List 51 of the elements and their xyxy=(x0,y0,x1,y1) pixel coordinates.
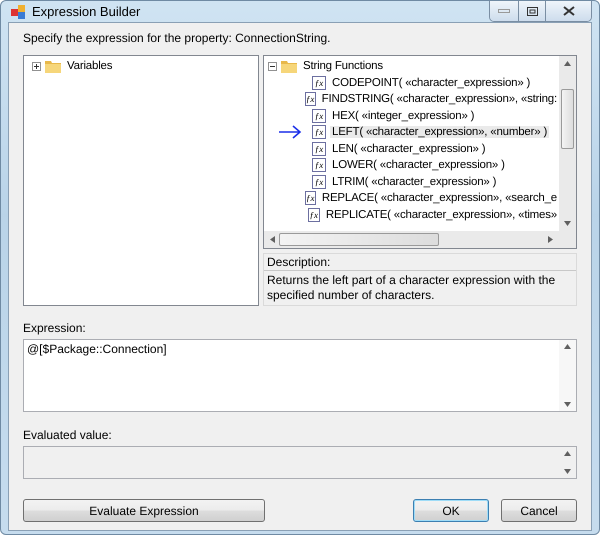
function-item[interactable]: LTRIM( «character_expression» ) xyxy=(330,176,498,188)
scroll-up-arrow-icon[interactable] xyxy=(564,61,571,66)
minimize-icon xyxy=(498,9,510,13)
dialog-button[interactable]: Evaluate Expression xyxy=(23,499,265,522)
function-icon: ƒx xyxy=(304,191,316,206)
scrollbar-thumb[interactable] xyxy=(561,89,574,149)
tree-item[interactable]: Variables xyxy=(65,60,114,72)
dialog-button[interactable]: OK xyxy=(413,499,489,522)
function-item[interactable]: FINDSTRING( «character_expression», «string: xyxy=(320,93,559,106)
vertical-scrollbar[interactable] xyxy=(559,56,576,231)
folder-icon xyxy=(45,60,61,73)
expression-field[interactable]: @[$Package::Connection] xyxy=(23,339,577,412)
scroll-right-arrow-icon[interactable] xyxy=(548,236,553,243)
function-item[interactable]: LEN( «character_expression» ) xyxy=(330,142,488,155)
collapse-icon[interactable] xyxy=(268,62,277,71)
folder-icon xyxy=(281,60,297,73)
function-icon: ƒx xyxy=(312,108,326,123)
close-icon xyxy=(562,6,574,16)
maximize-button[interactable] xyxy=(518,1,545,21)
evaluated-value-label: Evaluated value: xyxy=(23,428,113,442)
function-icon: ƒx xyxy=(312,174,326,189)
description-label: Description: xyxy=(264,254,576,271)
horizontal-scrollbar[interactable] xyxy=(264,231,559,248)
function-item[interactable]: REPLACE( «character_expression», «search_e xyxy=(320,192,559,204)
function-icon: ƒx xyxy=(312,125,326,140)
dialog-button[interactable]: Cancel xyxy=(501,499,577,522)
expression-label: Expression: xyxy=(23,321,87,335)
function-icon: ƒx xyxy=(308,208,320,222)
app-icon xyxy=(10,4,26,20)
scrollbar-thumb[interactable] xyxy=(279,233,439,246)
tree-item[interactable]: String Functions xyxy=(301,60,385,72)
function-item[interactable]: CODEPOINT( «character_expression» ) xyxy=(330,76,532,89)
function-item[interactable]: REPLICATE( «character_expression», «times» xyxy=(324,208,559,221)
function-item[interactable]: LOWER( «character_expression» ) xyxy=(330,159,507,172)
function-item[interactable]: LEFT( «character_expression», «number» ) xyxy=(330,126,550,138)
window-title: Expression Builder xyxy=(32,4,140,19)
function-icon: ƒx xyxy=(312,158,326,172)
scroll-down-arrow-icon[interactable] xyxy=(564,221,571,226)
maximize-icon xyxy=(526,6,538,16)
scroll-down-arrow-icon[interactable] xyxy=(564,402,571,407)
arrow-icon xyxy=(278,125,302,140)
function-item[interactable]: HEX( «integer_expression» ) xyxy=(330,110,476,122)
description-text: Returns the left part of a character expression with the specified number of characters. xyxy=(266,272,556,304)
function-icon: ƒx xyxy=(304,92,316,106)
scroll-up-arrow-icon[interactable] xyxy=(564,344,571,349)
function-icon: ƒx xyxy=(312,142,326,156)
function-icon: ƒx xyxy=(312,76,326,90)
expand-icon[interactable] xyxy=(32,62,41,71)
scroll-left-arrow-icon[interactable] xyxy=(270,236,275,243)
close-button[interactable] xyxy=(545,1,591,21)
instruction-text: Specify the expression for the property: ConnectionString. xyxy=(23,31,332,45)
